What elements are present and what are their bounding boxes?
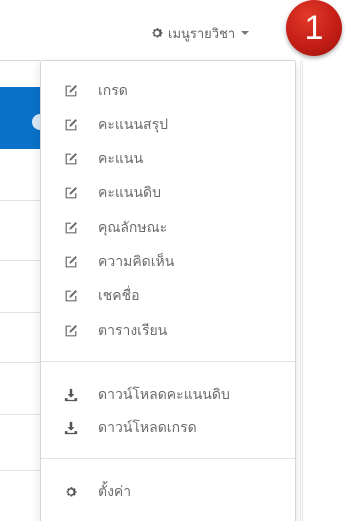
background-row-line — [0, 260, 40, 261]
chevron-down-icon — [241, 31, 250, 35]
course-menu-button[interactable]: เมนูรายวิชา — [150, 22, 250, 44]
menu-item-timetable[interactable]: ตารางเรียน — [41, 317, 295, 345]
menu-divider — [41, 361, 295, 362]
menu-item-label: ดาวน์โหลดเกรด — [98, 420, 197, 436]
background-panel-border — [302, 60, 303, 521]
background-panel-border — [300, 60, 301, 521]
menu-item-settings[interactable]: ตั้งค่า — [41, 478, 295, 506]
edit-icon — [65, 85, 77, 97]
menu-item-attendance[interactable]: เชคชื่อ — [41, 282, 295, 310]
edit-icon — [65, 290, 77, 302]
menu-item-label: ตารางเรียน — [98, 323, 168, 339]
edit-icon — [65, 222, 77, 234]
step-number-badge: 1 — [286, 0, 342, 56]
menu-item-grade[interactable]: เกรด — [41, 77, 295, 105]
menu-item-comments[interactable]: ความคิดเห็น — [41, 248, 295, 276]
download-icon — [64, 388, 78, 402]
gear-icon — [66, 487, 77, 497]
edit-icon — [65, 325, 77, 337]
background-accent-bar — [0, 87, 48, 149]
menu-item-raw-score[interactable]: คะแนนดิบ — [41, 179, 295, 207]
menu-item-label: ความคิดเห็น — [98, 254, 175, 270]
menu-item-download-grade[interactable]: ดาวน์โหลดเกรด — [41, 414, 295, 442]
menu-item-label: เชคชื่อ — [98, 288, 140, 304]
background-divider — [0, 60, 40, 61]
download-icon — [64, 421, 78, 435]
menu-item-label: ดาวน์โหลดคะแนนดิบ — [98, 387, 230, 403]
course-menu-label: เมนูรายวิชา — [168, 26, 236, 42]
menu-item-attributes[interactable]: คุณลักษณะ — [41, 214, 295, 242]
edit-icon — [65, 187, 77, 199]
background-row-line — [0, 362, 40, 363]
course-menu-dropdown: เกรด คะแนนสรุป คะแนน คะแนนดิบ คุณลักษณะ … — [40, 60, 296, 521]
background-row-line — [0, 200, 40, 201]
background-row-line — [0, 470, 40, 471]
background-row-line — [0, 312, 40, 313]
background-row-line — [0, 414, 40, 415]
menu-item-label: เกรด — [98, 83, 128, 99]
menu-item-score[interactable]: คะแนน — [41, 145, 295, 173]
menu-item-label: คะแนนดิบ — [98, 185, 162, 201]
edit-icon — [65, 153, 77, 165]
edit-icon — [65, 256, 77, 268]
menu-divider — [41, 458, 295, 459]
edit-icon — [65, 119, 77, 131]
menu-item-label: ตั้งค่า — [98, 484, 132, 500]
menu-item-label: คุณลักษณะ — [98, 220, 168, 236]
menu-item-summary-score[interactable]: คะแนนสรุป — [41, 111, 295, 139]
page: เมนูรายวิชา 1 เกรด คะแนนสรุป คะแนน คะแนน… — [0, 0, 352, 521]
menu-item-download-raw-score[interactable]: ดาวน์โหลดคะแนนดิบ — [41, 381, 295, 409]
menu-item-label: คะแนนสรุป — [98, 117, 168, 133]
menu-item-label: คะแนน — [98, 151, 144, 167]
gear-icon — [152, 28, 163, 38]
